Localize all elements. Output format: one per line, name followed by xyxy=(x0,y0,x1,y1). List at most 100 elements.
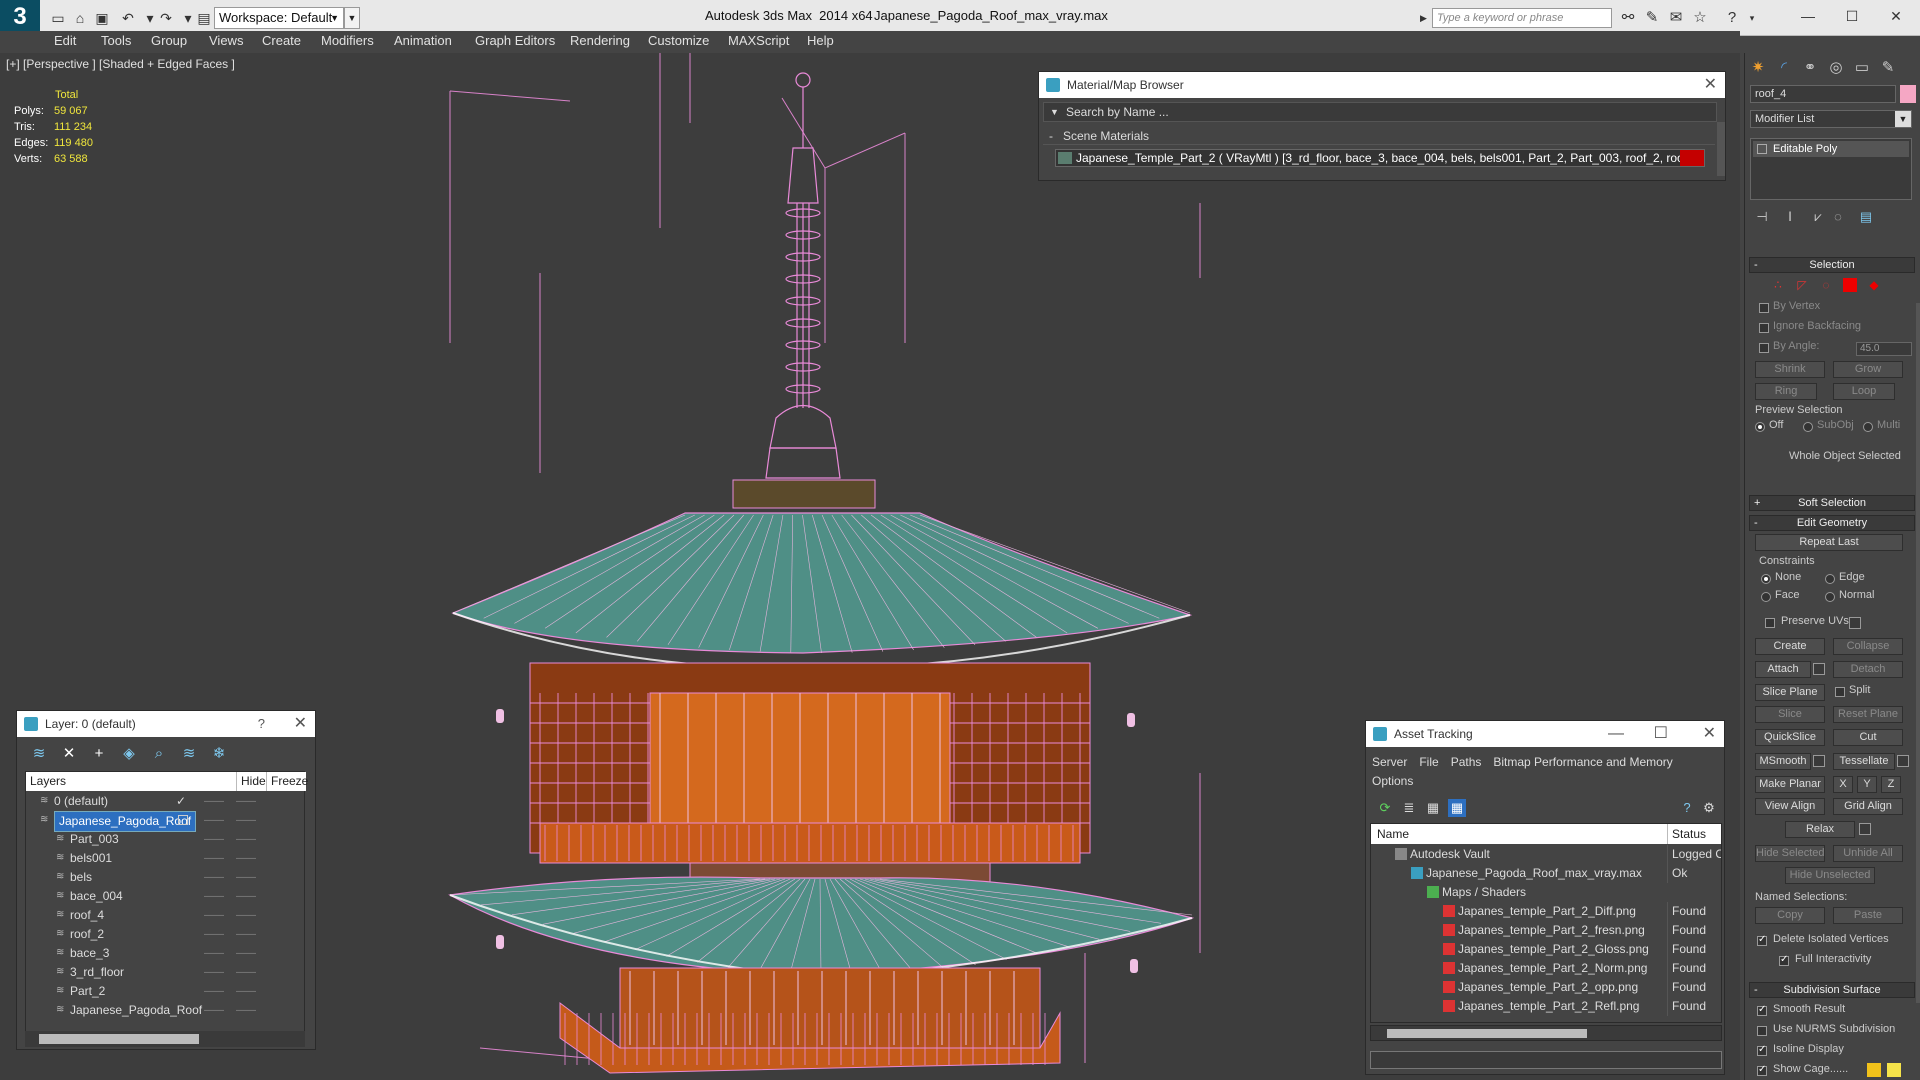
loop-button[interactable]: Loop xyxy=(1833,383,1895,400)
freeze-toggle[interactable]: —— xyxy=(236,963,256,982)
asset-row[interactable]: Maps / Shaders xyxy=(1371,883,1721,902)
constraint-face-radio[interactable] xyxy=(1761,592,1771,602)
edge-mode-icon[interactable]: ◸ xyxy=(1795,278,1809,292)
relax-settings-icon[interactable] xyxy=(1859,823,1871,835)
hide-toggle[interactable]: —— xyxy=(204,868,224,887)
make-unique-icon[interactable]: ⩗ xyxy=(1809,208,1827,226)
preserve-uvs-settings-icon[interactable] xyxy=(1849,617,1861,629)
asset-tracking-titlebar[interactable]: Asset Tracking — ☐ ✕ xyxy=(1366,721,1724,747)
layer-name[interactable]: Japanese_Pagoda_Roof xyxy=(54,811,197,832)
layer-name[interactable]: roof_4 xyxy=(70,906,104,925)
smooth-result-checkbox[interactable] xyxy=(1757,1004,1767,1016)
use-nurms-checkbox[interactable] xyxy=(1757,1026,1767,1036)
planar-x-button[interactable]: X xyxy=(1833,776,1853,793)
column-name[interactable]: Name xyxy=(1377,824,1409,844)
create-button[interactable]: Create xyxy=(1755,638,1825,655)
tessellate-settings-icon[interactable] xyxy=(1897,755,1909,767)
open-file-icon[interactable]: ⌂ xyxy=(70,8,90,28)
hide-all-layers-icon[interactable]: ≋ xyxy=(179,744,199,764)
menu-customize[interactable]: Customize xyxy=(648,33,709,48)
edit-geometry-rollout-header[interactable]: - Edit Geometry xyxy=(1749,515,1915,531)
save-icon[interactable]: ▣ xyxy=(92,8,112,28)
layer-name[interactable]: Japanese_Pagoda_Roof xyxy=(70,1001,202,1020)
cage-selection-color-swatch[interactable] xyxy=(1887,1063,1901,1077)
pin-stack-icon[interactable]: ⊣ xyxy=(1753,208,1771,226)
layer-name[interactable]: 3_rd_floor xyxy=(70,963,124,982)
hide-toggle[interactable]: —— xyxy=(204,944,224,963)
angle-spinner[interactable]: 45.0 xyxy=(1856,342,1912,356)
freeze-toggle[interactable]: —— xyxy=(236,868,256,887)
layer-name[interactable]: bace_004 xyxy=(70,887,123,906)
settings-icon[interactable]: ⚙ xyxy=(1700,799,1718,817)
hide-toggle[interactable]: —— xyxy=(204,792,224,811)
menu-group[interactable]: Group xyxy=(151,33,187,48)
freeze-toggle[interactable]: —— xyxy=(236,811,256,830)
set-current-layer-icon[interactable] xyxy=(178,815,188,825)
asset-row[interactable]: Japanes_temple_Part_2_Refl.png Found xyxy=(1371,997,1721,1016)
delete-layer-icon[interactable]: ✕ xyxy=(59,744,79,764)
layer-name[interactable]: bels xyxy=(70,868,92,887)
menu-edit[interactable]: Edit xyxy=(54,33,76,48)
menu-modifiers[interactable]: Modifiers xyxy=(321,33,374,48)
constraint-edge-radio[interactable] xyxy=(1825,574,1835,584)
constraint-none-radio[interactable] xyxy=(1761,574,1771,584)
menu-views[interactable]: Views xyxy=(209,33,243,48)
object-name-field[interactable]: roof_4 xyxy=(1750,85,1896,103)
hide-toggle[interactable]: —— xyxy=(204,925,224,944)
unhide-all-button[interactable]: Unhide All xyxy=(1833,845,1903,862)
layer-row[interactable]: ≋ Japanese_Pagoda_Roof —— —— xyxy=(26,1001,306,1020)
show-end-result-icon[interactable]: Ⅰ xyxy=(1781,208,1799,226)
hide-toggle[interactable]: —— xyxy=(204,982,224,1001)
layer-row[interactable]: ≋ roof_4 —— —— xyxy=(26,906,306,925)
toolbar-dropdown-button[interactable]: ▼ xyxy=(344,7,360,29)
help-dropdown-icon[interactable]: ▾ xyxy=(1742,8,1762,28)
collapse-icon[interactable]: - xyxy=(1049,128,1053,145)
layer-row[interactable]: ≋ bels —— —— xyxy=(26,868,306,887)
layer-row[interactable]: ≋ Part_2 —— —— xyxy=(26,982,306,1001)
relax-button[interactable]: Relax xyxy=(1785,821,1855,838)
new-file-icon[interactable]: ▭ xyxy=(48,8,68,28)
menu-graph-editors[interactable]: Graph Editors xyxy=(475,33,555,48)
ignore-backfacing-checkbox[interactable] xyxy=(1759,323,1769,333)
thumbnail-view-icon[interactable]: ▦ xyxy=(1424,799,1442,817)
command-panel-scrollbar[interactable] xyxy=(1916,303,1920,1003)
menu-file[interactable]: File xyxy=(1419,755,1438,769)
expand-icon[interactable] xyxy=(1757,144,1767,154)
slice-plane-button[interactable]: Slice Plane xyxy=(1755,684,1825,701)
detach-button[interactable]: Detach xyxy=(1833,661,1903,678)
hide-toggle[interactable]: —— xyxy=(204,887,224,906)
hide-toggle[interactable]: —— xyxy=(204,963,224,982)
tessellate-button[interactable]: Tessellate xyxy=(1833,753,1895,770)
layer-horizontal-scrollbar[interactable] xyxy=(25,1031,305,1047)
selection-rollout-header[interactable]: - Selection xyxy=(1749,257,1915,273)
create-tab-icon[interactable]: ✷ xyxy=(1747,57,1769,79)
layer-row[interactable]: ≋ Part_003 —— —— xyxy=(26,830,306,849)
material-search-input[interactable]: ▼ Search by Name ... xyxy=(1043,102,1717,122)
viewport-label[interactable]: [+] [Perspective ] [Shaded + Edged Faces… xyxy=(6,57,235,71)
layer-row[interactable]: ≋ roof_2 —— —— xyxy=(26,925,306,944)
msmooth-settings-icon[interactable] xyxy=(1813,755,1825,767)
menu-rendering[interactable]: Rendering xyxy=(570,33,630,48)
menu-options[interactable]: Options xyxy=(1372,774,1413,788)
cage-color-swatch[interactable] xyxy=(1867,1063,1881,1077)
layer-row[interactable]: ≋ 3_rd_floor —— —— xyxy=(26,963,306,982)
highlight-layer-icon[interactable]: ⌕ xyxy=(149,744,169,764)
subdivision-rollout-header[interactable]: - Subdivision Surface xyxy=(1749,982,1915,998)
scene-materials-group[interactable]: - Scene Materials xyxy=(1043,128,1715,145)
layer-row[interactable]: ≋ 0 (default) ✓ —— —— xyxy=(26,792,306,811)
help-icon[interactable]: ? xyxy=(258,711,265,737)
reset-plane-button[interactable]: Reset Plane xyxy=(1833,706,1903,723)
active-layer-check-icon[interactable]: ✓ xyxy=(176,792,186,811)
layer-name[interactable]: 0 (default) xyxy=(54,792,108,811)
asset-path-field[interactable] xyxy=(1370,1051,1722,1069)
asset-row[interactable]: Japanes_temple_Part_2_Norm.png Found xyxy=(1371,959,1721,978)
project-folder-icon[interactable]: ▤ xyxy=(194,8,214,28)
close-icon[interactable]: ✕ xyxy=(1704,72,1717,98)
make-planar-button[interactable]: Make Planar xyxy=(1755,776,1825,793)
options-dropdown-icon[interactable]: ▼ xyxy=(1050,103,1059,121)
by-angle-checkbox[interactable] xyxy=(1759,343,1769,353)
asset-row[interactable]: Autodesk Vault Logged Ou xyxy=(1371,845,1721,864)
asset-row[interactable]: Japanese_Pagoda_Roof_max_vray.max Ok xyxy=(1371,864,1721,883)
refresh-icon[interactable]: ⟳ xyxy=(1376,799,1394,817)
maximize-icon[interactable]: ☐ xyxy=(1654,721,1668,747)
